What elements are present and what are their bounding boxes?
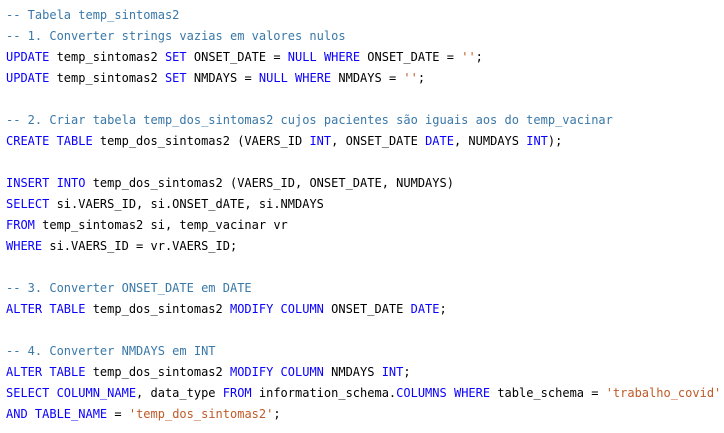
- sql-keyword: WHERE: [295, 71, 332, 85]
- sql-text: ;: [439, 302, 447, 316]
- sql-text: temp_sintomas2 si, temp_vacinar vr: [34, 218, 288, 232]
- sql-string: '': [461, 50, 476, 64]
- code-line: -- Tabela temp_sintomas2: [6, 5, 179, 26]
- sql-text: information_schema.: [251, 386, 397, 400]
- sql-keyword: MODIFY COLUMN: [229, 365, 324, 379]
- sql-keyword: SET: [164, 50, 187, 64]
- sql-text: =: [107, 407, 129, 421]
- sql-keyword: SELECT COLUMN_NAME: [6, 386, 137, 400]
- sql-comment: -- 2. Criar tabela temp_dos_sintomas2 cu…: [6, 113, 613, 127]
- sql-text: , ONSET_DATE: [331, 134, 426, 148]
- sql-keyword: UPDATE: [6, 50, 50, 64]
- code-line: -- 2. Criar tabela temp_dos_sintomas2 cu…: [6, 110, 613, 131]
- sql-keyword: DATE: [410, 302, 440, 316]
- code-line: ALTER TABLE temp_dos_sintomas2 MODIFY CO…: [6, 299, 447, 320]
- sql-string: 'temp_dos_sintomas2': [128, 407, 274, 421]
- sql-keyword: INT: [526, 134, 548, 148]
- code-line: -- 4. Converter NMDAYS em INT: [6, 341, 216, 362]
- sql-keyword: WHERE: [453, 386, 491, 400]
- sql-keyword: FROM: [222, 386, 252, 400]
- sql-keyword: INT: [381, 365, 404, 379]
- sql-keyword: INT: [309, 134, 332, 148]
- sql-keyword: ALTER TABLE: [6, 365, 86, 379]
- code-line: SELECT COLUMN_NAME, data_type FROM infor…: [6, 383, 721, 404]
- sql-text: NMDAYS =: [331, 71, 404, 85]
- sql-text: NMDAYS: [323, 365, 382, 379]
- sql-comment: -- 3. Converter ONSET_DATE em DATE: [6, 281, 252, 295]
- sql-text: temp_dos_sintomas2: [85, 302, 230, 316]
- sql-text: , NUMDAYS: [453, 134, 527, 148]
- sql-comment: -- 4. Converter NMDAYS em INT: [6, 344, 216, 358]
- sql-keyword: WHERE: [6, 239, 43, 253]
- sql-code-editor[interactable]: -- Tabela temp_sintomas2 -- 1. Converter …: [0, 0, 724, 433]
- sql-keyword: WHERE: [323, 50, 361, 64]
- code-line: WHERE si.VAERS_ID = vr.VAERS_ID;: [6, 236, 237, 257]
- sql-text: ;: [403, 365, 411, 379]
- sql-text: temp_sintomas2: [49, 71, 165, 85]
- sql-string: 'trabalho_covid': [605, 386, 722, 400]
- sql-text: ONSET_DATE =: [360, 50, 462, 64]
- code-line: -- 3. Converter ONSET_DATE em DATE: [6, 278, 252, 299]
- sql-text: temp_dos_sintomas2: [85, 365, 230, 379]
- sql-text: );: [547, 134, 563, 148]
- sql-keyword: NULL: [287, 50, 317, 64]
- sql-string: '': [403, 71, 418, 85]
- sql-text: ;: [475, 50, 483, 64]
- code-line: ALTER TABLE temp_dos_sintomas2 MODIFY CO…: [6, 362, 411, 383]
- code-line: -- 1. Converter strings vazias em valore…: [6, 26, 346, 47]
- sql-text: temp_sintomas2: [49, 50, 165, 64]
- sql-keyword: MODIFY COLUMN: [229, 302, 324, 316]
- sql-keyword: ALTER TABLE: [6, 302, 86, 316]
- code-line: AND TABLE_NAME = 'temp_dos_sintomas2';: [6, 404, 281, 425]
- sql-text: ;: [417, 71, 426, 85]
- sql-text: , data_type: [136, 386, 223, 400]
- sql-keyword: AND TABLE_NAME: [6, 407, 108, 421]
- sql-text: NMDAYS =: [186, 71, 259, 85]
- sql-keyword: UPDATE: [6, 71, 50, 85]
- code-line: UPDATE temp_sintomas2 SET NMDAYS = NULL …: [6, 68, 425, 89]
- sql-keyword: SET: [164, 71, 187, 85]
- sql-comment: -- Tabela temp_sintomas2: [6, 8, 180, 22]
- sql-keyword: CREATE TABLE: [6, 134, 93, 148]
- sql-keyword: SELECT: [6, 197, 50, 211]
- sql-text: ;: [273, 407, 281, 421]
- sql-text: temp_dos_sintomas2 (VAERS_ID, ONSET_DATE…: [85, 176, 454, 190]
- sql-text: ONSET_DATE: [323, 302, 411, 316]
- code-line: INSERT INTO temp_dos_sintomas2 (VAERS_ID…: [6, 173, 454, 194]
- sql-text: ONSET_DATE =: [186, 50, 288, 64]
- sql-keyword: FROM: [6, 218, 35, 232]
- sql-comment: -- 1. Converter strings vazias em valore…: [6, 29, 346, 43]
- sql-keyword: COLUMNS: [396, 386, 447, 400]
- code-line: FROM temp_sintomas2 si, temp_vacinar vr: [6, 215, 288, 236]
- sql-text: temp_dos_sintomas2 (VAERS_ID: [92, 134, 310, 148]
- code-line: CREATE TABLE temp_dos_sintomas2 (VAERS_I…: [6, 131, 562, 152]
- code-line: SELECT si.VAERS_ID, si.ONSET_dATE, si.NM…: [6, 194, 324, 215]
- sql-text: si.VAERS_ID, si.ONSET_dATE, si.NMDAYS: [49, 197, 324, 211]
- sql-keyword: INSERT INTO: [6, 176, 86, 190]
- code-line: UPDATE temp_sintomas2 SET ONSET_DATE = N…: [6, 47, 483, 68]
- sql-text: table_schema =: [490, 386, 606, 400]
- sql-text: si.VAERS_ID = vr.VAERS_ID;: [42, 239, 238, 253]
- sql-keyword: DATE: [425, 134, 454, 148]
- sql-keyword: NULL: [258, 71, 288, 85]
